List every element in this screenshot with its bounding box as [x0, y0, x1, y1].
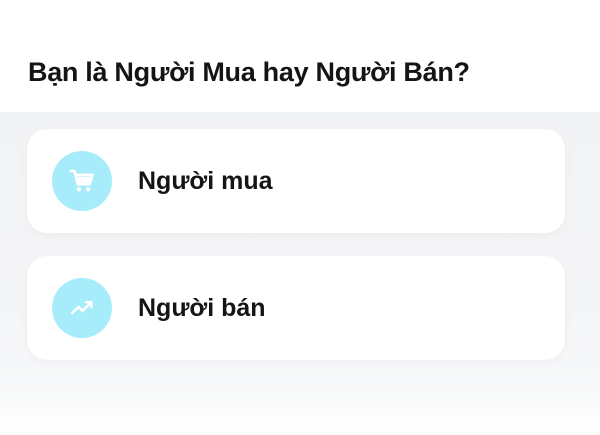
- shopping-cart-icon: [52, 151, 112, 211]
- buyer-option-card[interactable]: Người mua: [27, 129, 565, 233]
- trending-up-icon: [52, 278, 112, 338]
- seller-option-card[interactable]: Người bán: [27, 256, 565, 360]
- buyer-option-label: Người mua: [138, 167, 273, 195]
- seller-option-label: Người bán: [138, 294, 266, 322]
- page-title: Bạn là Người Mua hay Người Bán?: [28, 57, 470, 87]
